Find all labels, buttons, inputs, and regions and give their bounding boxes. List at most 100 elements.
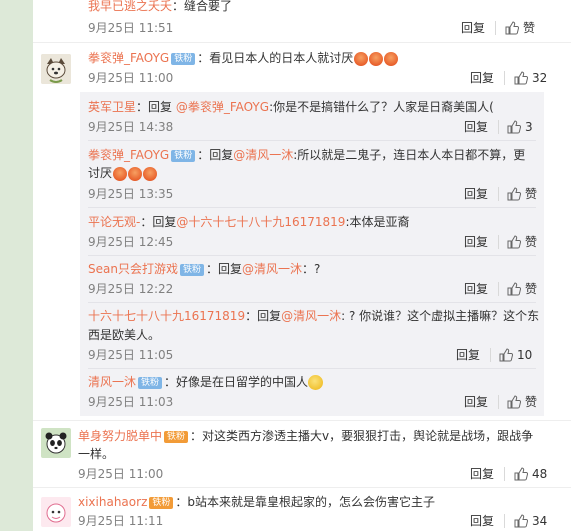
sub-reply-5-like-button[interactable]: 赞: [507, 394, 537, 410]
comment-0-text: 缝合要了: [184, 0, 233, 13]
sub-reply-4-time: 9月25日 11:05: [88, 348, 174, 362]
comment-1-reply-button[interactable]: 回复: [470, 70, 494, 86]
comment-2-like-button[interactable]: 48: [514, 466, 547, 482]
thumb-up-icon: [507, 120, 521, 134]
sub-reply-1-user[interactable]: 拳衮弹_FAOYG: [88, 148, 169, 162]
sub-reply-4-like-button[interactable]: 10: [499, 347, 532, 363]
thumb-up-icon: [507, 395, 521, 409]
thumb-up-icon: [505, 21, 519, 35]
sub-reply-1-reply-button[interactable]: 回复: [464, 186, 488, 202]
sub-reply-5-reply-button[interactable]: 回复: [464, 394, 488, 410]
comment-0-time: 9月25日 11:51: [88, 21, 174, 35]
mention-link[interactable]: @十六十七十八十九16171819: [176, 215, 345, 229]
divider: [88, 255, 536, 256]
thumb-up-icon: [514, 467, 528, 481]
thumb-up-icon: [507, 282, 521, 296]
sub-reply-2-reply-button[interactable]: 回复: [464, 234, 488, 250]
sub-reply-5-body: 清风一沐 铁粉 ：好像是在日留学的中国人: [88, 373, 324, 391]
comment-1-body: 拳衮弹_FAOYG 铁粉 ：看见日本人的日本人就讨厌: [88, 49, 399, 67]
angry-face-emoji: [113, 166, 128, 181]
comment-3-body: xixihahaorz 铁粉 ：b站本来就是靠皇根起家的，怎么会伤害它主子: [78, 495, 436, 509]
sub-reply-0-like-button[interactable]: 3: [507, 119, 533, 135]
comment-2-user[interactable]: 单身努力脱单中: [78, 429, 162, 443]
sub-reply-3-reply-button[interactable]: 回复: [464, 281, 488, 297]
comment-1-text: 看见日本人的日本人就讨厌: [209, 51, 354, 65]
avatar-dog-icon: [41, 54, 71, 84]
sub-reply-2-like-button[interactable]: 赞: [507, 234, 537, 250]
comment-panel: 我早已逃之夭夭：缝合要了 9月25日 11:51 回复 赞 拳衮弹_FAOYG 铁…: [33, 0, 571, 531]
comment-0-user[interactable]: 我早已逃之夭夭: [88, 0, 172, 13]
comment-2-text: 对这类西方渗透主播大v，要狠狠打击，舆论就是战场，跟战争: [202, 429, 534, 443]
sub-reply-4-user[interactable]: 十六十七十八十九16171819: [88, 309, 245, 323]
divider: [33, 42, 571, 43]
sub-reply-0-user[interactable]: 英军卫星: [88, 100, 136, 114]
sub-reply-0-body: 英军卫星：回复 @拳衮弹_FAOYG:你是不是搞错什么了？人家是日裔美国人(: [88, 100, 494, 114]
sub-reply-0-time: 9月25日 14:38: [88, 120, 174, 134]
fan-badge: 铁粉: [149, 496, 174, 509]
divider: [88, 207, 536, 208]
divider: [495, 21, 496, 35]
divider: [498, 235, 499, 249]
sub-reply-5-user[interactable]: 清风一沐: [88, 375, 136, 389]
comment-1-time: 9月25日 11:00: [88, 71, 174, 85]
comment-2-body-cont: 一样。: [78, 447, 115, 461]
comment-0-body: 我早已逃之夭夭：缝合要了: [88, 0, 233, 13]
thumb-up-icon: [514, 71, 528, 85]
sub-reply-2-time: 9月25日 12:45: [88, 235, 174, 249]
comment-2-body: 单身努力脱单中 铁粉 ：对这类西方渗透主播大v，要狠狠打击，舆论就是战场，跟战争: [78, 429, 534, 443]
divider: [498, 282, 499, 296]
comment-0-like-button[interactable]: 赞: [505, 20, 535, 36]
avatar[interactable]: [41, 54, 71, 84]
angry-face-emoji: [143, 166, 158, 181]
angry-face-emoji: [384, 51, 399, 66]
avatar[interactable]: [41, 428, 71, 458]
divider: [33, 487, 571, 488]
sub-reply-0-reply-button[interactable]: 回复: [464, 119, 488, 135]
thumb-up-icon: [514, 514, 528, 528]
comment-3-reply-button[interactable]: 回复: [470, 513, 494, 529]
divider: [498, 120, 499, 134]
mention-link[interactable]: @拳衮弹_FAOYG: [176, 100, 269, 114]
sub-reply-5-time: 9月25日 11:03: [88, 395, 174, 409]
sub-reply-3-user[interactable]: Sean只会打游戏: [88, 262, 178, 276]
divider: [88, 140, 536, 141]
avatar[interactable]: [41, 497, 71, 527]
comment-2-time: 9月25日 11:00: [78, 467, 164, 481]
mention-link[interactable]: @清风一沐: [233, 148, 293, 162]
comment-3-like-button[interactable]: 34: [514, 513, 547, 529]
sub-reply-4-reply-button[interactable]: 回复: [456, 347, 480, 363]
sub-replies-box: 英军卫星：回复 @拳衮弹_FAOYG:你是不是搞错什么了？人家是日裔美国人( 9…: [80, 92, 544, 416]
sub-reply-1-body: 拳衮弹_FAOYG 铁粉 ：回复@清风一沐:所以就是二鬼子，连日本人本日都不算，更: [88, 148, 526, 162]
sub-reply-2-body: 平论无观-：回复@十六十七十八十九16171819:本体是亚裔: [88, 215, 410, 229]
comment-3-user[interactable]: xixihahaorz: [78, 495, 147, 509]
mention-link[interactable]: @清风一沐: [242, 262, 302, 276]
sub-reply-3-body: Sean只会打游戏 铁粉 ：回复@清风一沐：?: [88, 262, 321, 276]
comment-0-reply-button[interactable]: 回复: [461, 20, 485, 36]
angry-face-emoji: [369, 51, 384, 66]
sub-reply-4-body: 十六十七十八十九16171819：回复@清风一沐: ? 你说谁？这个虚拟主播嘛？…: [88, 309, 540, 323]
fan-badge: 铁粉: [179, 263, 204, 276]
divider: [88, 368, 536, 369]
comment-1-user[interactable]: 拳衮弹_FAOYG: [88, 51, 169, 65]
sub-reply-1-time: 9月25日 13:35: [88, 187, 174, 201]
mention-link[interactable]: @清风一沐: [281, 309, 341, 323]
comment-3-time: 9月25日 11:11: [78, 514, 164, 528]
divider: [33, 420, 571, 421]
divider: [498, 187, 499, 201]
sub-reply-2-user[interactable]: 平论无观-: [88, 215, 140, 229]
sub-reply-1-like-button[interactable]: 赞: [507, 186, 537, 202]
comment-3-text: b站本来就是靠皇根起家的，怎么会伤害它主子: [187, 495, 436, 509]
sub-reply-4-body-cont: 西是欧美人。: [88, 328, 161, 342]
sub-reply-3-like-button[interactable]: 赞: [507, 281, 537, 297]
comment-2-reply-button[interactable]: 回复: [470, 466, 494, 482]
avatar-panda-icon: [41, 428, 71, 458]
comment-1-like-button[interactable]: 32: [514, 70, 547, 86]
avatar-cartoon-icon: [41, 497, 71, 527]
angry-face-emoji: [354, 51, 369, 66]
fan-badge: 铁粉: [171, 52, 196, 65]
fan-badge: 铁粉: [138, 376, 163, 389]
thumb-up-icon: [507, 235, 521, 249]
divider: [504, 467, 505, 481]
divider: [498, 395, 499, 409]
sub-reply-3-time: 9月25日 12:22: [88, 282, 174, 296]
